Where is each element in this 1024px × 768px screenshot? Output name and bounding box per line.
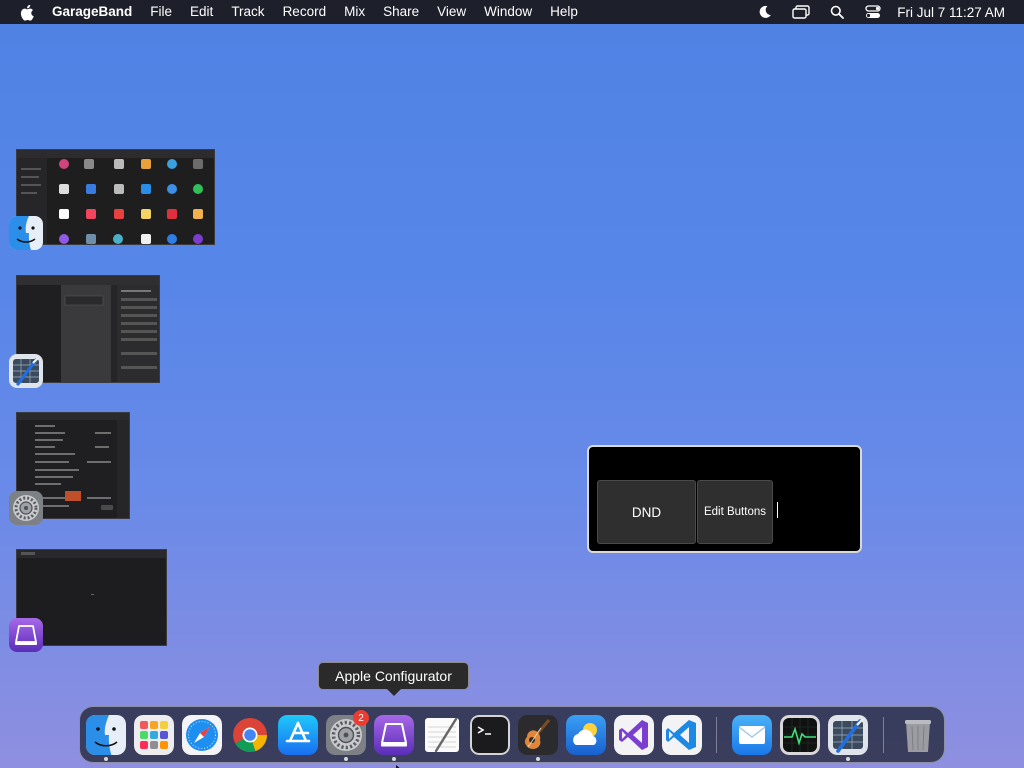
dock-weather[interactable]	[566, 715, 606, 755]
finder-icon	[86, 715, 126, 755]
dock-garageband[interactable]	[518, 715, 558, 755]
dock-separator	[716, 717, 717, 753]
dock-running-indicator	[344, 757, 348, 761]
menu-track[interactable]: Track	[222, 0, 273, 24]
menu-mix[interactable]: Mix	[335, 0, 374, 24]
dock-visual-studio[interactable]	[614, 715, 654, 755]
dock-vscode[interactable]	[662, 715, 702, 755]
mouse-pointer-icon	[396, 760, 404, 768]
xcode-icon	[828, 715, 868, 755]
safari-icon	[182, 715, 222, 755]
dock-trash[interactable]	[898, 715, 938, 755]
dock-tooltip: Apple Configurator	[318, 662, 469, 690]
apple-configurator-icon	[374, 715, 414, 755]
dock-textedit[interactable]	[422, 715, 462, 755]
dock-launchpad[interactable]	[134, 715, 174, 755]
dock-mail[interactable]	[732, 715, 772, 755]
vscode-icon	[662, 715, 702, 755]
menu-help[interactable]: Help	[541, 0, 587, 24]
dock-activity-monitor[interactable]	[780, 715, 820, 755]
edit-buttons-button[interactable]: Edit Buttons	[697, 480, 773, 544]
chrome-icon	[233, 718, 267, 753]
text-cursor	[777, 502, 778, 518]
dock-tooltip-arrow	[387, 689, 401, 696]
menu-clock[interactable]: Fri Jul 7 11:27 AM	[897, 5, 1005, 20]
visual-studio-icon	[614, 715, 654, 755]
launchpad-icon	[134, 715, 174, 755]
apple-menu-icon[interactable]	[16, 0, 36, 24]
dock-running-indicator	[536, 757, 540, 761]
status-area: Fri Jul 7 11:27 AM	[747, 0, 1024, 24]
screen-mirroring-icon[interactable]	[791, 0, 811, 24]
dock-finder[interactable]	[86, 715, 126, 755]
dock-chrome[interactable]	[230, 715, 270, 755]
textedit-icon	[425, 717, 459, 753]
dock-xcode[interactable]	[828, 715, 868, 755]
xcode-icon	[9, 354, 43, 388]
control-center-icon[interactable]	[863, 0, 883, 24]
finder-icon	[9, 216, 43, 250]
spotlight-search-icon[interactable]	[827, 0, 847, 24]
dnd-button[interactable]: DND	[597, 480, 696, 544]
menu-app-name[interactable]: GarageBand	[52, 0, 141, 24]
dnd-button-label: DND	[631, 504, 662, 520]
terminal-icon	[470, 715, 510, 755]
dock-running-indicator	[104, 757, 108, 761]
menu-bar: GarageBand File Edit Track Record Mix Sh…	[0, 0, 1024, 24]
system-settings-icon	[9, 491, 43, 525]
dock-app-store[interactable]	[278, 715, 318, 755]
trash-icon	[905, 720, 931, 752]
menu-share[interactable]: Share	[374, 0, 428, 24]
menu-view[interactable]: View	[428, 0, 475, 24]
menu-window[interactable]: Window	[475, 0, 541, 24]
dock-separator	[883, 717, 884, 753]
app-store-icon	[278, 715, 318, 755]
menu-file[interactable]: File	[141, 0, 181, 24]
dock-safari[interactable]	[182, 715, 222, 755]
apple-configurator-icon	[9, 618, 43, 652]
dock-running-indicator	[846, 757, 850, 761]
moon-icon[interactable]	[755, 0, 775, 24]
mail-icon	[732, 715, 772, 755]
dock-terminal[interactable]	[470, 715, 510, 755]
notification-badge-count: 2	[358, 712, 364, 724]
control-widget: DND Edit Buttons	[587, 445, 862, 553]
activity-monitor-icon	[780, 715, 820, 755]
notification-badge: 2	[353, 710, 369, 726]
weather-icon	[566, 715, 606, 755]
dock	[79, 706, 945, 763]
menu-record[interactable]: Record	[274, 0, 336, 24]
finder-window-thumbnail[interactable]	[16, 149, 215, 245]
menu-edit[interactable]: Edit	[181, 0, 222, 24]
garageband-icon	[518, 715, 558, 755]
dock-apple-configurator[interactable]	[374, 715, 414, 755]
edit-buttons-label: Edit Buttons	[703, 506, 766, 518]
finder-window-preview	[17, 150, 214, 244]
dock-tooltip-text: Apple Configurator	[335, 668, 452, 684]
